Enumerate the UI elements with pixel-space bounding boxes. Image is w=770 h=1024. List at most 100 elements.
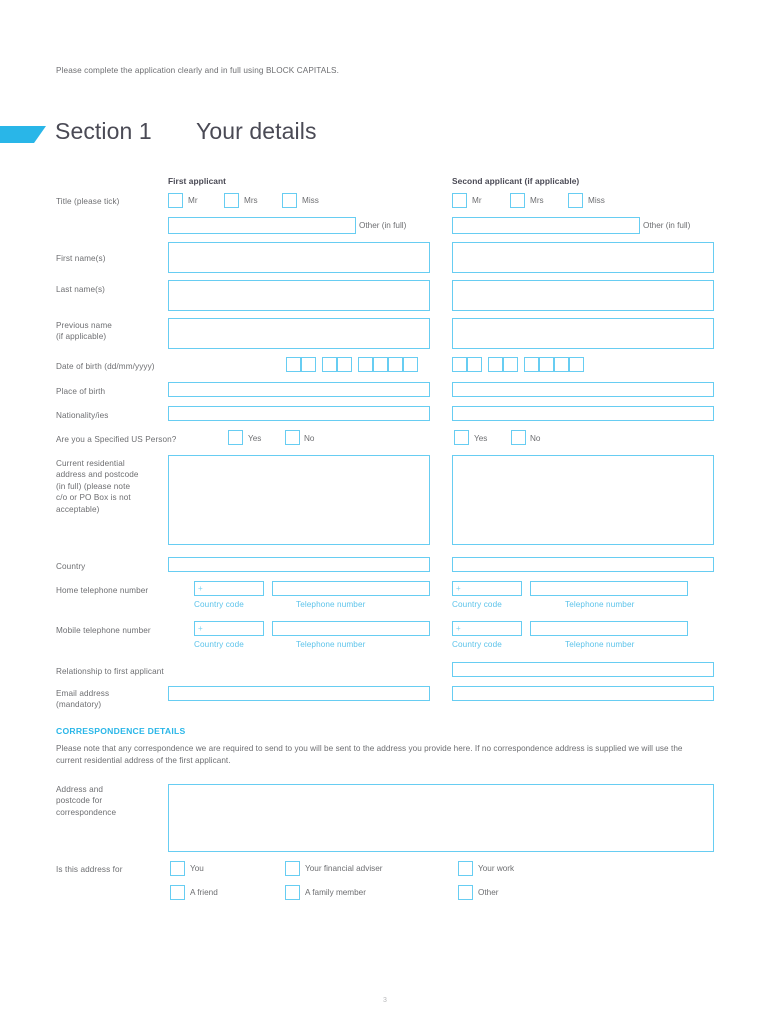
checkbox-label-address-for-friend: A friend [190,888,218,897]
input-dob-y4-first[interactable] [403,357,418,372]
checkbox-us-person-no-first[interactable] [285,430,300,445]
input-mobile-country-code-second[interactable]: + [452,621,522,636]
checkbox-us-person-yes-second[interactable] [454,430,469,445]
sublabel-mobile-telephone-number-first: Telephone number [296,640,366,649]
checkbox-us-person-no-second[interactable] [511,430,526,445]
column-header-second-applicant: Second applicant (if applicable) [452,176,580,186]
input-home-telephone-number-first[interactable] [272,581,430,596]
label-is-this-address-for: Is this address for [56,865,123,874]
checkbox-title-miss-second[interactable] [568,193,583,208]
label-residential-address: Current residential address and postcode… [56,459,139,514]
input-dob-y3-first[interactable] [388,357,403,372]
checkbox-label-address-for-you: You [190,864,204,873]
input-home-country-code-second[interactable]: + [452,581,522,596]
checkbox-label-mrs-second: Mrs [530,196,544,205]
label-relationship-to-first-applicant: Relationship to first applicant [56,667,164,676]
input-dob-y4-second[interactable] [569,357,584,372]
checkbox-label-address-for-family-member: A family member [305,888,366,897]
input-dob-y2-second[interactable] [539,357,554,372]
page-title: Your details [196,118,317,144]
input-dob-d1-second[interactable] [452,357,467,372]
input-correspondence-address[interactable] [168,784,714,852]
label-title-other-second: Other (in full) [643,221,691,230]
sublabel-home-country-code-second: Country code [452,600,502,609]
label-us-person: Are you a Specified US Person? [56,435,177,444]
plus-prefix-mobile-code-second: + [456,624,461,633]
input-mobile-telephone-number-second[interactable] [530,621,688,636]
checkbox-address-for-work[interactable] [458,861,473,876]
input-dob-d2-second[interactable] [467,357,482,372]
input-email-second[interactable] [452,686,714,701]
input-home-telephone-number-second[interactable] [530,581,688,596]
checkbox-us-person-yes-first[interactable] [228,430,243,445]
input-dob-d1-first[interactable] [286,357,301,372]
input-nationality-second[interactable] [452,406,714,421]
checkbox-title-mrs-first[interactable] [224,193,239,208]
label-mobile-telephone: Mobile telephone number [56,626,151,635]
input-title-other-second[interactable] [452,217,640,234]
label-first-names: First name(s) [56,254,106,263]
label-title-other-first: Other (in full) [359,221,407,230]
input-title-other-first[interactable] [168,217,356,234]
input-dob-d2-first[interactable] [301,357,316,372]
input-home-country-code-first[interactable]: + [194,581,264,596]
sublabel-mobile-country-code-first: Country code [194,640,244,649]
input-email-first[interactable] [168,686,430,701]
input-relationship-second[interactable] [452,662,714,677]
label-place-of-birth: Place of birth [56,387,106,396]
checkbox-address-for-friend[interactable] [170,885,185,900]
intro-instruction: Please complete the application clearly … [56,66,340,75]
input-last-names-first[interactable] [168,280,430,311]
input-previous-name-second[interactable] [452,318,714,349]
plus-prefix-home-code-first: + [198,584,203,593]
label-correspondence-address: Address and postcode for correspondence [56,785,117,817]
sublabel-mobile-country-code-second: Country code [452,640,502,649]
checkbox-title-mr-first[interactable] [168,193,183,208]
input-dob-m1-first[interactable] [322,357,337,372]
checkbox-address-for-financial-adviser[interactable] [285,861,300,876]
checkbox-label-miss-first: Miss [302,196,319,205]
input-dob-y1-second[interactable] [524,357,539,372]
checkbox-title-mr-second[interactable] [452,193,467,208]
label-date-of-birth: Date of birth (dd/mm/yyyy) [56,362,155,371]
input-nationality-first[interactable] [168,406,430,421]
checkbox-label-mrs-first: Mrs [244,196,258,205]
checkbox-label-us-person-no-second: No [530,434,541,443]
input-dob-y2-first[interactable] [373,357,388,372]
checkbox-address-for-other[interactable] [458,885,473,900]
input-dob-y3-second[interactable] [554,357,569,372]
input-first-names-second[interactable] [452,242,714,273]
input-residential-address-second[interactable] [452,455,714,545]
label-country: Country [56,562,86,571]
label-previous-name: Previous name (if applicable) [56,321,112,342]
section-accent-flag-icon [0,126,46,143]
checkbox-address-for-you[interactable] [170,861,185,876]
input-mobile-telephone-number-first[interactable] [272,621,430,636]
input-previous-name-first[interactable] [168,318,430,349]
input-last-names-second[interactable] [452,280,714,311]
input-place-of-birth-first[interactable] [168,382,430,397]
sublabel-home-telephone-number-first: Telephone number [296,600,366,609]
checkbox-address-for-family-member[interactable] [285,885,300,900]
form-page: Please complete the application clearly … [0,0,770,1024]
input-mobile-country-code-first[interactable]: + [194,621,264,636]
input-country-first[interactable] [168,557,430,572]
checkbox-label-us-person-yes-first: Yes [248,434,262,443]
checkbox-label-address-for-other: Other [478,888,499,897]
input-dob-m2-second[interactable] [503,357,518,372]
input-dob-y1-first[interactable] [358,357,373,372]
input-place-of-birth-second[interactable] [452,382,714,397]
checkbox-title-miss-first[interactable] [282,193,297,208]
input-residential-address-first[interactable] [168,455,430,545]
label-email-address: Email address (mandatory) [56,689,110,710]
section-number-label: Section 1 [55,118,152,144]
input-country-second[interactable] [452,557,714,572]
input-dob-m1-second[interactable] [488,357,503,372]
sublabel-home-telephone-number-second: Telephone number [565,600,635,609]
plus-prefix-home-code-second: + [456,584,461,593]
checkbox-label-us-person-yes-second: Yes [474,434,488,443]
input-dob-m2-first[interactable] [337,357,352,372]
checkbox-title-mrs-second[interactable] [510,193,525,208]
input-first-names-first[interactable] [168,242,430,273]
checkbox-label-mr-second: Mr [472,196,482,205]
